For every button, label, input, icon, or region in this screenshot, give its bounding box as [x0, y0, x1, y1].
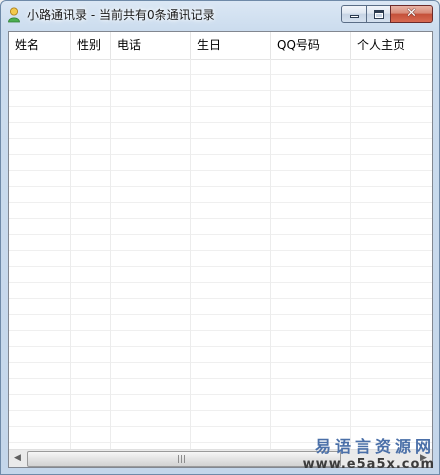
- window-controls: ✕: [341, 5, 433, 24]
- column-header-name[interactable]: 姓名: [9, 32, 71, 59]
- maximize-button[interactable]: [366, 5, 391, 23]
- watermark-title: 易语言资源网: [314, 437, 435, 456]
- contact-person-icon: [7, 7, 21, 23]
- chevron-left-icon: ◀: [14, 453, 21, 463]
- column-header-homepage[interactable]: 个人主页: [351, 32, 432, 59]
- column-header-phone[interactable]: 电话: [111, 32, 191, 59]
- maximize-icon: [374, 10, 384, 19]
- column-divider: [70, 59, 71, 449]
- column-divider: [350, 59, 351, 449]
- column-header-birthday[interactable]: 生日: [191, 32, 271, 59]
- table-body[interactable]: [9, 59, 432, 449]
- close-button[interactable]: ✕: [390, 5, 433, 23]
- column-header-qq[interactable]: QQ号码: [271, 32, 351, 59]
- watermark: 易语言资源网 www.e5a5x.com: [303, 437, 435, 472]
- table-header: 姓名 性别 电话 生日 QQ号码 个人主页: [9, 32, 432, 60]
- grip-icon: [178, 455, 186, 463]
- contact-list-view[interactable]: 姓名 性别 电话 生日 QQ号码 个人主页 ◀ ▶: [8, 31, 433, 468]
- minimize-button[interactable]: [341, 5, 367, 23]
- column-divider: [190, 59, 191, 449]
- close-icon: ✕: [406, 6, 417, 21]
- scroll-left-button[interactable]: ◀: [9, 450, 26, 467]
- column-header-gender[interactable]: 性别: [71, 32, 111, 59]
- title-bar[interactable]: 小路通讯录 - 当前共有0条通讯记录 ✕: [1, 1, 439, 29]
- app-window: 小路通讯录 - 当前共有0条通讯记录 ✕ 姓名 性别 电话 生日 QQ号码 个人…: [0, 0, 440, 475]
- scrollbar-thumb[interactable]: [27, 451, 341, 467]
- window-title: 小路通讯录 - 当前共有0条通讯记录: [27, 8, 215, 22]
- watermark-url: www.e5a5x.com: [302, 457, 435, 472]
- column-divider: [270, 59, 271, 449]
- column-divider: [110, 59, 111, 449]
- minimize-icon: [350, 15, 359, 18]
